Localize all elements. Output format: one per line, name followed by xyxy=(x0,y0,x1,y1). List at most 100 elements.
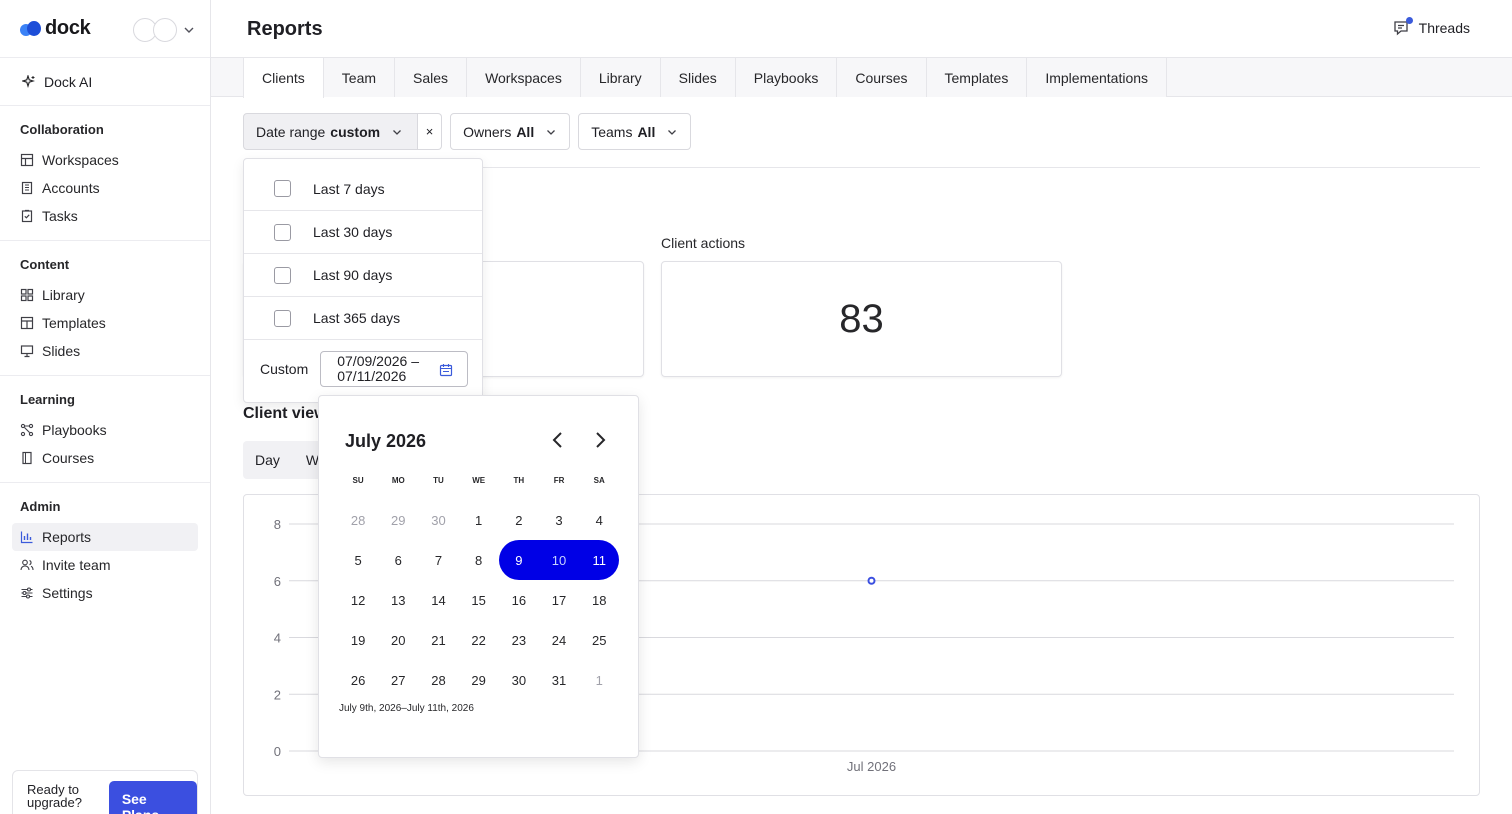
calendar-day[interactable]: 8 xyxy=(459,540,499,580)
stat-card-client-actions: 83 xyxy=(661,261,1062,377)
y-tick-label: 8 xyxy=(274,517,281,532)
calendar-day[interactable]: 23 xyxy=(499,621,539,661)
dock-logo[interactable]: dock xyxy=(20,17,91,40)
sidebar-item-templates[interactable]: Templates xyxy=(0,309,198,337)
calendar-day[interactable]: 15 xyxy=(459,580,499,620)
calendar-day[interactable]: 6 xyxy=(378,540,418,580)
tab-templates[interactable]: Templates xyxy=(926,58,1028,97)
calendar-day[interactable]: 19 xyxy=(338,621,378,661)
calendar-day[interactable]: 30 xyxy=(418,500,458,540)
teams-filter[interactable]: Teams All xyxy=(578,113,692,150)
calendar-day[interactable]: 16 xyxy=(499,580,539,620)
tab-clients[interactable]: Clients xyxy=(243,58,324,98)
page-title: Reports xyxy=(247,18,323,40)
owners-filter[interactable]: Owners All xyxy=(450,113,571,150)
calendar-week-row: 28 29 30 1 2 3 4 xyxy=(338,500,619,540)
calendar-day[interactable]: 31 xyxy=(539,661,579,701)
calendar-day[interactable]: 30 xyxy=(499,661,539,701)
calendar-week-row: 12 13 14 15 16 17 18 xyxy=(338,580,619,620)
org-switcher[interactable] xyxy=(133,18,195,42)
building-icon xyxy=(21,181,33,195)
calendar-day[interactable]: 29 xyxy=(378,500,418,540)
org-avatar xyxy=(153,18,177,42)
calendar-day[interactable]: 24 xyxy=(539,621,579,661)
checkbox[interactable] xyxy=(274,309,291,327)
chevron-left-icon[interactable] xyxy=(550,431,566,449)
sidebar-item-invite-team[interactable]: Invite team xyxy=(0,551,198,579)
threads-button[interactable]: Threads xyxy=(1393,17,1470,37)
option-last-7-days[interactable]: Last 7 days xyxy=(244,159,482,211)
tab-team[interactable]: Team xyxy=(323,58,396,97)
calendar-day[interactable]: 5 xyxy=(338,540,378,580)
sidebar-item-library[interactable]: Library xyxy=(0,281,198,309)
data-point[interactable] xyxy=(867,576,876,585)
calendar-day[interactable]: 9 xyxy=(499,540,539,580)
sidebar-item-playbooks[interactable]: Playbooks xyxy=(0,416,198,444)
sidebar-item-dock-ai[interactable]: Dock AI xyxy=(0,58,210,106)
sidebar-item-slides[interactable]: Slides xyxy=(0,337,198,365)
brand-name: dock xyxy=(45,17,91,39)
calendar-day[interactable]: 13 xyxy=(378,580,418,620)
calendar-day[interactable]: 4 xyxy=(579,500,619,540)
checkbox[interactable] xyxy=(274,266,291,284)
calendar-day[interactable]: 21 xyxy=(418,621,458,661)
calendar-day[interactable]: 20 xyxy=(378,621,418,661)
see-plans-button[interactable]: See Plans xyxy=(108,781,197,814)
option-last-30-days[interactable]: Last 30 days xyxy=(244,211,482,254)
sidebar-item-label: Invite team xyxy=(42,557,111,573)
calendar-day[interactable]: 14 xyxy=(418,580,458,620)
tab-courses[interactable]: Courses xyxy=(837,58,927,97)
sidebar-item-tasks[interactable]: Tasks xyxy=(0,202,198,230)
chevron-down-icon xyxy=(547,129,556,135)
weekday-label: SA xyxy=(593,476,605,485)
calendar-day[interactable]: 28 xyxy=(418,661,458,701)
calendar-day[interactable]: 1 xyxy=(459,500,499,540)
calendar-day[interactable]: 17 xyxy=(539,580,579,620)
calendar-day[interactable]: 7 xyxy=(418,540,458,580)
tab-sales[interactable]: Sales xyxy=(395,58,468,97)
sidebar-item-settings[interactable]: Settings xyxy=(0,579,198,607)
calendar-day[interactable]: 11 xyxy=(579,540,619,580)
checkbox[interactable] xyxy=(274,223,291,241)
calendar-day[interactable]: 3 xyxy=(539,500,579,540)
tab-workspaces[interactable]: Workspaces xyxy=(467,58,581,97)
option-last-365-days[interactable]: Last 365 days xyxy=(244,297,482,340)
calendar-day[interactable]: 22 xyxy=(459,621,499,661)
chevron-down-icon xyxy=(184,27,194,33)
tab-playbooks[interactable]: Playbooks xyxy=(735,58,838,97)
calendar-day[interactable]: 29 xyxy=(459,661,499,701)
tab-implementations[interactable]: Implementations xyxy=(1027,58,1168,97)
filter-value: All xyxy=(637,123,656,140)
calendar-day[interactable]: 26 xyxy=(338,661,378,701)
sidebar-item-reports[interactable]: Reports xyxy=(12,523,198,551)
sidebar-item-label: Playbooks xyxy=(42,422,107,438)
calendar-day[interactable]: 27 xyxy=(378,661,418,701)
calendar-day[interactable]: 1 xyxy=(579,661,619,701)
sidebar-item-workspaces[interactable]: Workspaces xyxy=(0,146,198,174)
option-last-90-days[interactable]: Last 90 days xyxy=(244,254,482,297)
sidebar-item-accounts[interactable]: Accounts xyxy=(0,174,198,202)
calendar-day[interactable]: 28 xyxy=(338,500,378,540)
sidebar-section-title: Collaboration xyxy=(20,122,104,137)
sidebar-item-label: Slides xyxy=(42,343,81,359)
chevron-right-icon[interactable] xyxy=(592,431,608,449)
threads-label: Threads xyxy=(1418,20,1470,36)
checkbox[interactable] xyxy=(274,180,291,197)
calendar-day[interactable]: 18 xyxy=(579,580,619,620)
sidebar-item-label: Courses xyxy=(42,450,95,466)
sidebar-item-courses[interactable]: Courses xyxy=(0,444,198,472)
date-range-filter[interactable]: Date range custom xyxy=(243,113,419,150)
sidebar-item-label: Accounts xyxy=(42,180,100,196)
notification-dot xyxy=(1405,17,1413,24)
calendar-day[interactable]: 25 xyxy=(579,621,619,661)
clear-date-range-button[interactable]: × xyxy=(418,113,443,150)
tab-library[interactable]: Library xyxy=(580,58,661,97)
calendar-day[interactable]: 12 xyxy=(338,580,378,620)
filter-value: All xyxy=(516,123,535,140)
calendar-day[interactable]: 10 xyxy=(539,540,579,580)
calendar-day[interactable]: 2 xyxy=(499,500,539,540)
granularity-day[interactable]: Day xyxy=(255,452,280,468)
tab-slides[interactable]: Slides xyxy=(660,58,736,97)
book-icon xyxy=(22,451,32,465)
custom-date-input[interactable]: 07/09/2026 – 07/11/2026 xyxy=(320,351,469,387)
